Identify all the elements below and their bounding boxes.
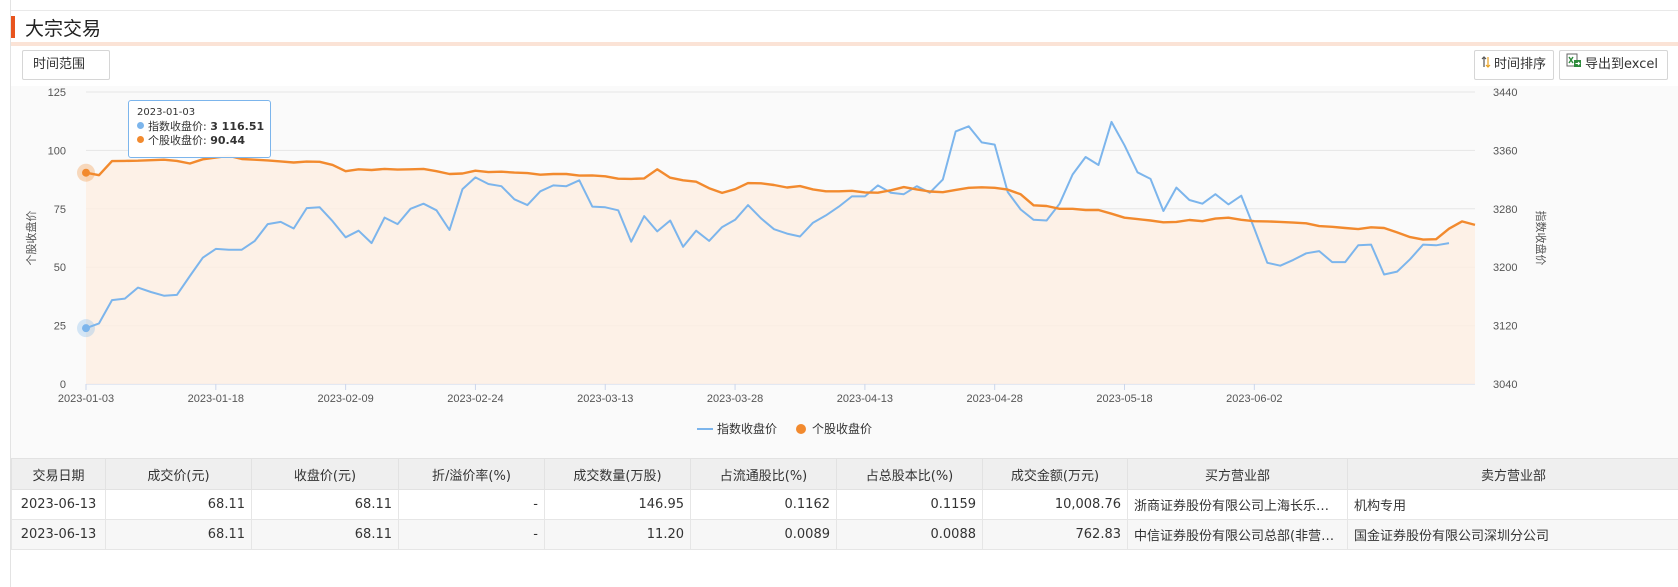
stock-dot-icon [137,136,144,143]
sort-arrows-icon [1481,51,1491,79]
cell-total-ratio: 0.0088 [836,519,983,550]
column-header[interactable]: 占总股本比(%) [836,458,983,490]
right-axis-tick: 3120 [1493,321,1517,333]
column-header[interactable]: 卖方营业部 [1347,458,1678,490]
left-axis-tick: 100 [48,145,66,157]
time-sort-label: 时间排序 [1494,57,1547,72]
cell-trade-price: 68.11 [105,489,252,520]
cell-buyer: 中信证券股份有限公司总部(非营… [1127,519,1348,550]
cell-trade-date: 2023-06-13 [11,519,106,550]
right-axis-tick: 3040 [1493,379,1517,391]
legend-index-label: 指数收盘价 [717,421,777,436]
page-title: 大宗交易 [25,18,102,40]
x-axis-tick: 2023-03-28 [707,393,763,405]
cell-buyer: 浙商证券股份有限公司上海长乐路… [1127,489,1348,520]
excel-export-icon [1566,51,1582,79]
block-trade-table: 交易日期 成交价(元) 收盘价(元) 折/溢价率(%) 成交数量(万股) 占流通… [11,458,1678,550]
tooltip-index-value: 3 116.51 [210,120,265,133]
tooltip-row-stock: 个股收盘价: 90.44 [137,134,262,148]
chart-tooltip: 2023-01-03 指数收盘价: 3 116.51 个股收盘价: 90.44 [128,100,271,158]
right-axis-tick: 3200 [1493,262,1517,274]
cell-seller: 国金证券股份有限公司深圳分公司 [1347,519,1678,550]
price-chart[interactable]: 0 3040 25 3120 50 3200 75 3280 100 3360 125 3440 202… [11,86,1678,458]
cell-amount: 10,008.76 [982,489,1128,520]
cell-float-ratio: 0.1162 [690,489,837,520]
time-range-label: 时间范围 [33,57,86,72]
tooltip-stock-name: 个股收盘价 [148,134,203,147]
x-axis-tick: 2023-04-28 [967,393,1023,405]
left-axis-tick: 75 [54,204,66,216]
panel-header: 大宗交易 [11,10,1678,42]
cell-trade-date: 2023-06-13 [11,489,106,520]
stock-hover-point [82,168,90,177]
cell-seller: 机构专用 [1347,489,1678,520]
tooltip-row-index: 指数收盘价: 3 116.51 [137,120,265,134]
tooltip-stock-value: 90.44 [210,134,245,147]
left-axis-title: 个股收盘价 [24,211,38,266]
column-header[interactable]: 折/溢价率(%) [398,458,545,490]
right-axis-tick: 3360 [1493,145,1517,157]
right-axis-tick: 3440 [1493,87,1517,99]
column-header[interactable]: 交易日期 [11,458,106,490]
column-header[interactable]: 成交价(元) [105,458,252,490]
cell-premium-rate: - [398,519,545,550]
tooltip-date: 2023-01-03 [137,107,196,118]
right-axis-tick: 3280 [1493,204,1517,216]
time-sort-button[interactable]: 时间排序 [1474,50,1554,80]
x-axis-tick: 2023-06-02 [1226,393,1282,405]
left-axis-tick: 0 [60,379,66,391]
time-range-button[interactable]: 时间范围 [22,50,110,80]
title-accent-bar [11,16,15,38]
cell-volume: 11.20 [544,519,691,550]
index-hover-point [82,324,90,333]
left-axis-tick: 125 [48,87,66,99]
table-row: 2023-06-13 68.11 68.11 - 146.95 0.1162 0… [11,489,1678,520]
left-axis-tick: 25 [54,321,66,333]
column-header[interactable]: 成交数量(万股) [544,458,691,490]
tooltip-index-name: 指数收盘价 [148,120,203,133]
cell-close-price: 68.11 [251,489,399,520]
block-trade-panel: 大宗交易 时间范围 时间排序 导出到excel 0 3040 25 3120 5… [10,0,1678,587]
x-axis-tick: 2023-02-24 [447,393,503,405]
x-axis-tick: 2023-01-03 [58,393,114,405]
export-excel-button[interactable]: 导出到excel [1559,50,1668,80]
right-axis-title: 指数收盘价 [1534,211,1548,266]
column-header[interactable]: 成交金额(万元) [982,458,1128,490]
x-axis-tick: 2023-04-13 [837,393,893,405]
toolbar: 时间范围 时间排序 导出到excel [11,46,1678,86]
table-row: 2023-06-13 68.11 68.11 - 11.20 0.0089 0.… [11,519,1678,550]
cell-total-ratio: 0.1159 [836,489,983,520]
x-axis-tick: 2023-01-18 [188,393,244,405]
cell-float-ratio: 0.0089 [690,519,837,550]
column-header[interactable]: 占流通股比(%) [690,458,837,490]
cell-close-price: 68.11 [251,519,399,550]
column-header[interactable]: 收盘价(元) [251,458,399,490]
index-dot-icon [137,122,144,129]
x-axis-tick: 2023-03-13 [577,393,633,405]
cell-trade-price: 68.11 [105,519,252,550]
cell-premium-rate: - [398,489,545,520]
legend-stock-label: 个股收盘价 [812,421,872,436]
cell-amount: 762.83 [982,519,1128,550]
legend-stock-swatch [796,424,806,434]
left-axis-tick: 50 [54,262,66,274]
cell-volume: 146.95 [544,489,691,520]
x-axis-tick: 2023-02-09 [317,393,373,405]
x-axis-tick: 2023-05-18 [1096,393,1152,405]
column-header[interactable]: 买方营业部 [1127,458,1348,490]
stock-area [86,155,1475,384]
export-excel-label: 导出到excel [1585,57,1658,72]
table-header-row: 交易日期 成交价(元) 收盘价(元) 折/溢价率(%) 成交数量(万股) 占流通… [11,458,1678,490]
